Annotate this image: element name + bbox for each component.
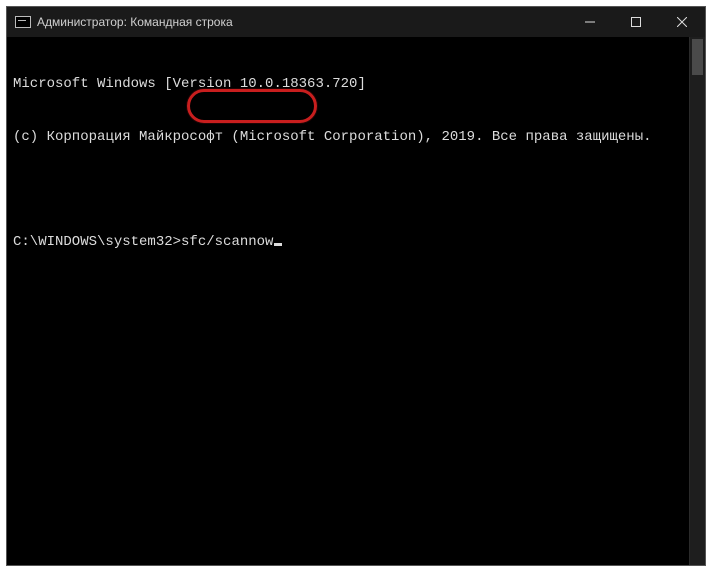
minimize-button[interactable]	[567, 7, 613, 37]
terminal-area[interactable]: Microsoft Windows [Version 10.0.18363.72…	[7, 37, 705, 565]
close-icon	[677, 17, 687, 27]
terminal-line-version: Microsoft Windows [Version 10.0.18363.72…	[13, 76, 699, 94]
maximize-button[interactable]	[613, 7, 659, 37]
terminal-blank-line	[13, 181, 699, 199]
terminal-prompt: C:\WINDOWS\system32>	[13, 234, 181, 252]
close-button[interactable]	[659, 7, 705, 37]
cmd-icon	[15, 16, 31, 28]
cmd-window: Администратор: Командная строка Microsof…	[6, 6, 706, 566]
scrollbar-thumb[interactable]	[692, 39, 703, 75]
maximize-icon	[631, 17, 641, 27]
terminal-typed-command: sfc/scannow	[181, 234, 273, 252]
terminal-cursor	[274, 243, 282, 246]
window-title: Администратор: Командная строка	[37, 15, 233, 29]
vertical-scrollbar[interactable]	[689, 37, 705, 565]
terminal-prompt-line: C:\WINDOWS\system32>sfc/scannow	[13, 234, 699, 252]
minimize-icon	[585, 17, 595, 27]
titlebar[interactable]: Администратор: Командная строка	[7, 7, 705, 37]
window-controls	[567, 7, 705, 37]
terminal-line-copyright: (c) Корпорация Майкрософт (Microsoft Cor…	[13, 129, 699, 147]
